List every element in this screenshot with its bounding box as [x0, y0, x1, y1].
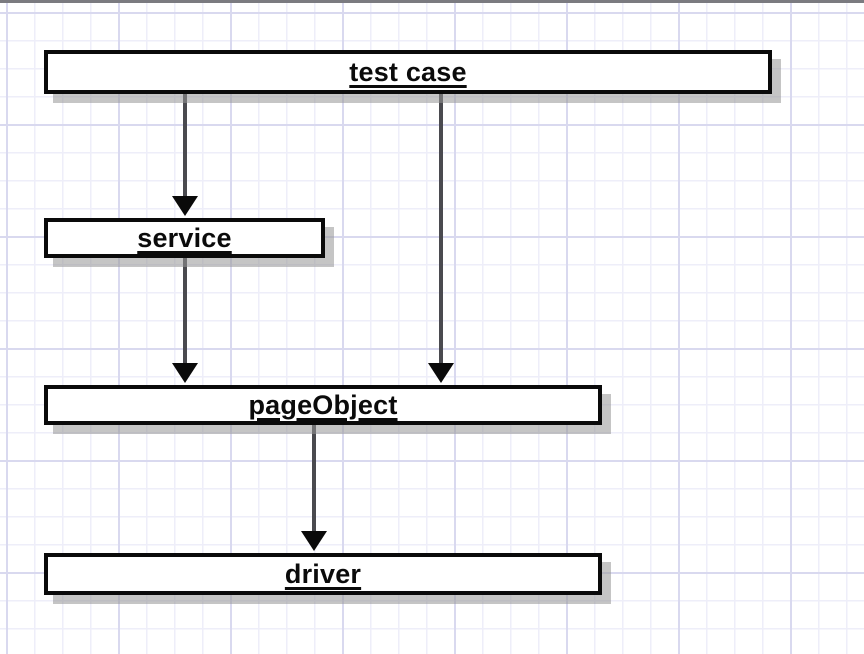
node-label-page-object: pageObject [248, 389, 398, 420]
arrow-head-icon [172, 363, 198, 383]
arrow-head-icon [428, 363, 454, 383]
arrow-head-icon [172, 196, 198, 216]
diagram-canvas: test case service pageObject driver [0, 0, 864, 654]
edge-test-case-to-service [172, 94, 198, 216]
node-test-case[interactable]: test case [44, 50, 772, 94]
node-page-object[interactable]: pageObject [44, 385, 602, 425]
node-label-service: service [137, 222, 232, 253]
edge-test-case-to-page-object [428, 94, 454, 383]
node-driver[interactable]: driver [44, 553, 602, 595]
node-label-test-case: test case [349, 56, 467, 87]
edge-service-to-page-object [172, 258, 198, 383]
arrow-head-icon [301, 531, 327, 551]
edge-page-object-to-driver [301, 425, 327, 551]
top-border-rule [0, 0, 864, 3]
node-service[interactable]: service [44, 218, 325, 258]
node-label-driver: driver [284, 558, 362, 589]
